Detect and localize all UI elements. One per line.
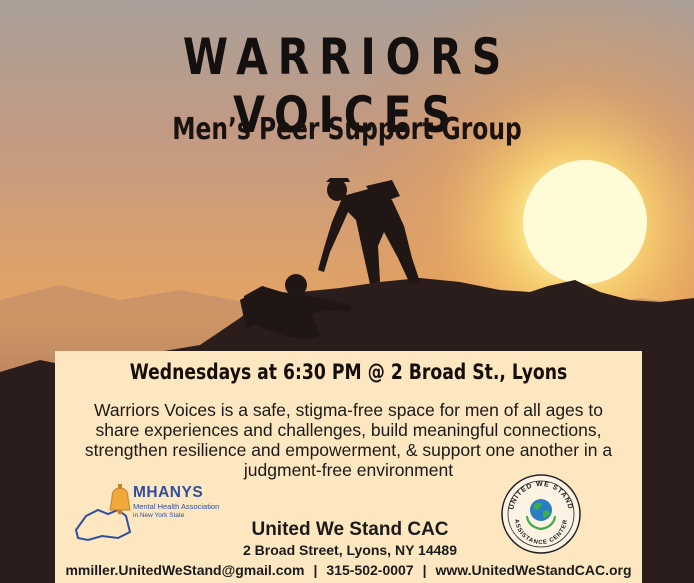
description-line: Warriors Voices is a safe, stigma-free s… — [93, 400, 603, 420]
bell-icon — [109, 484, 131, 515]
organization-address: 2 Broad Street, Lyons, NY 14489 — [243, 542, 457, 558]
schedule-text: Wednesdays at 6:30 PM @ 2 Broad St., Lyo… — [129, 360, 568, 384]
description-line: share experiences and challenges, build … — [95, 420, 602, 440]
organization-name: United We Stand CAC — [251, 519, 449, 540]
info-box: Wednesdays at 6:30 PM @ 2 Broad St., Lyo… — [55, 351, 642, 583]
mhanys-line2: in New York State — [133, 512, 185, 519]
sun — [523, 160, 647, 284]
contact-email[interactable]: mmiller.UnitedWeStand@gmail.com — [65, 562, 304, 578]
mhanys-name: MHANYS — [133, 484, 204, 501]
contact-line: mmiller.UnitedWeStand@gmail.com | 315-502-… — [55, 562, 642, 578]
contact-phone[interactable]: 315-502-0007 — [326, 562, 413, 578]
description-line: strengthen resilience and empowerment, &… — [84, 440, 613, 460]
separator: | — [422, 562, 427, 578]
mhanys-line1: Mental Health Association — [133, 502, 220, 511]
globe-icon — [530, 499, 552, 521]
event-subtitle: Men’s Peer Support Group — [172, 112, 522, 147]
contact-website[interactable]: www.UnitedWeStandCAC.org — [436, 562, 632, 578]
united-we-stand-seal: UNITED WE STAND ASSISTANCE CENTER — [501, 474, 581, 554]
description: Warriors Voices is a safe, stigma-free s… — [63, 400, 634, 480]
separator: | — [313, 562, 318, 578]
flyer: WARRIORS VOICES Men’s Peer Support Group… — [0, 0, 694, 583]
new-york-state-outline — [74, 508, 132, 542]
